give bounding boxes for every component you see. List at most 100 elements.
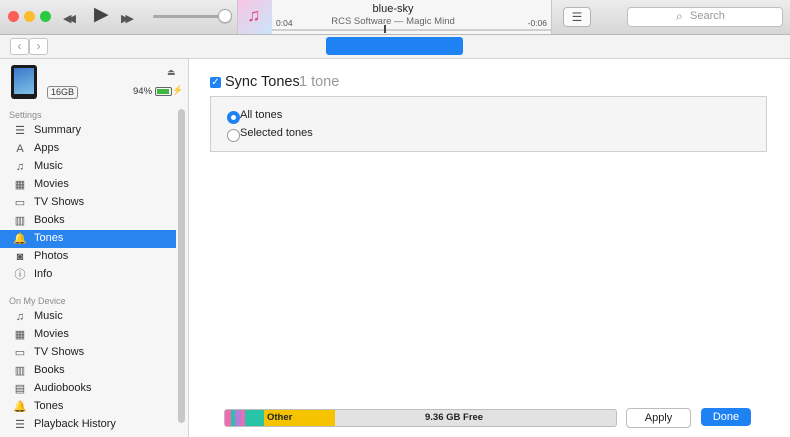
sidebar-item-settings-music[interactable]: ♫ Music: [0, 158, 176, 176]
music-note-icon: ♫: [15, 161, 25, 173]
all-tones-radio[interactable]: [227, 111, 240, 124]
up-next-list-button[interactable]: ☰: [563, 7, 591, 27]
sidebar-item-settings-photos[interactable]: ◙ Photos: [0, 248, 176, 266]
sidebar-item-label: Photos: [34, 250, 69, 262]
sync-tones-checkbox[interactable]: ✓: [210, 77, 221, 88]
playback-progress-track[interactable]: [272, 29, 551, 31]
back-button[interactable]: ‹: [10, 38, 29, 55]
now-playing-artist: RCS Software — Magic Mind: [331, 16, 455, 27]
sidebar-item-settings-info[interactable]: ⓘ Info: [0, 266, 176, 284]
device-button[interactable]: [326, 37, 463, 55]
sidebar-item-settings-tones[interactable]: 🔔 Tones: [0, 230, 176, 248]
tone-count: 1 tone: [299, 74, 340, 90]
tv-icon: ▭: [14, 197, 26, 209]
tones-settings-pane: ✓ Sync Tones 1 tone All tones Selected t…: [189, 59, 790, 437]
apply-button[interactable]: Apply: [626, 408, 691, 428]
on-my-device-section-header: On My Device: [9, 296, 66, 306]
sidebar-item-device-movies[interactable]: ▦ Movies: [0, 326, 176, 344]
battery-icon: [155, 87, 172, 96]
all-tones-label[interactable]: All tones: [240, 109, 282, 121]
music-note-icon: ♫: [247, 5, 261, 25]
bell-icon: 🔔: [13, 401, 27, 413]
sidebar-item-label: TV Shows: [34, 196, 85, 208]
minimize-window-button[interactable]: [24, 11, 35, 22]
now-playing-title: blue-sky: [372, 3, 414, 15]
sidebar-item-label: Books: [34, 364, 65, 376]
sidebar-item-label: Audiobooks: [34, 382, 92, 394]
ipad-device-icon: [11, 65, 37, 99]
sidebar-item-label: Music: [34, 160, 63, 172]
tv-icon: ▭: [14, 347, 26, 359]
sidebar-item-device-music[interactable]: ♫ Music: [0, 308, 176, 326]
sidebar-item-label: Info: [34, 268, 53, 280]
rewind-icon[interactable]: ◀◀: [63, 9, 76, 29]
sidebar-item-settings-movies[interactable]: ▦ Movies: [0, 176, 176, 194]
playhead[interactable]: [383, 25, 386, 33]
bell-icon: 🔔: [13, 233, 27, 245]
sidebar-item-device-books[interactable]: ▥ Books: [0, 362, 176, 380]
sidebar-item-device-tv-shows[interactable]: ▭ TV Shows: [0, 344, 176, 362]
storage-free-label: 9.36 GB Free: [425, 412, 484, 423]
fast-forward-icon[interactable]: ▶▶: [121, 9, 134, 29]
sidebar-item-label: Movies: [34, 328, 69, 340]
sidebar-item-label: Tones: [34, 232, 64, 244]
volume-knob[interactable]: [217, 9, 232, 23]
now-playing-display: ♫ blue-sky RCS Software — Magic Mind 0:0…: [237, 0, 552, 34]
camera-icon: ◙: [16, 251, 24, 263]
battery-fill: [157, 89, 169, 94]
zoom-window-button[interactable]: [40, 11, 51, 22]
sync-tones-label: Sync Tones: [225, 74, 300, 90]
done-button[interactable]: Done: [701, 408, 751, 426]
selected-tones-label[interactable]: Selected tones: [240, 127, 313, 139]
storage-capacity-bar[interactable]: Other 9.36 GB Free: [224, 409, 617, 427]
search-placeholder: Search: [690, 10, 725, 22]
eject-icon[interactable]: ⏏: [167, 67, 176, 78]
sidebar-item-label: Apps: [34, 142, 60, 154]
remaining-time: -0:06: [527, 18, 547, 28]
elapsed-time: 0:04: [276, 18, 293, 28]
sidebar-item-label: Summary: [34, 124, 82, 136]
sidebar-item-label: Books: [34, 214, 65, 226]
sync-options-box: All tones Selected tones: [210, 96, 767, 152]
charging-icon: ⚡: [172, 85, 184, 95]
sidebar-item-settings-tv-shows[interactable]: ▭ TV Shows: [0, 194, 176, 212]
sidebar-item-device-playback-history[interactable]: ☰ Playback History: [0, 416, 176, 434]
close-window-button[interactable]: [8, 11, 19, 22]
navigation-bar: ‹ ›: [0, 35, 790, 59]
sidebar-scrollbar[interactable]: [178, 109, 185, 423]
apps-icon: A: [16, 143, 24, 155]
selected-tones-radio[interactable]: [227, 129, 240, 142]
volume-slider[interactable]: [153, 15, 225, 18]
sidebar-item-settings-books[interactable]: ▥ Books: [0, 212, 176, 230]
device-capacity-badge: 16GB: [47, 86, 79, 99]
sidebar: 16GB ⏏ 94% ⚡ Settings On My Device ☰ Summ…: [0, 59, 189, 437]
title-bar: ◀◀ ▶ ▶▶ ♫ blue-sky RCS Software — Magic …: [0, 0, 790, 35]
sidebar-item-label: Music: [34, 310, 63, 322]
battery-percentage: 94%: [133, 86, 153, 97]
play-icon[interactable]: ▶: [94, 5, 109, 25]
ipad-screen: [14, 68, 34, 94]
sidebar-item-label: Tones: [34, 400, 64, 412]
summary-icon: ☰: [15, 125, 25, 137]
search-input[interactable]: ⌕ Search: [627, 7, 783, 27]
music-note-icon: ♫: [15, 311, 25, 323]
info-icon: ⓘ: [14, 269, 26, 281]
sidebar-item-label: Movies: [34, 178, 69, 190]
sidebar-item-settings-summary[interactable]: ☰ Summary: [0, 122, 176, 140]
search-icon: ⌕: [676, 9, 683, 23]
settings-section-header: Settings: [9, 110, 42, 120]
book-icon: ▥: [14, 215, 26, 227]
audiobook-icon: ▤: [14, 383, 26, 395]
sidebar-item-label: TV Shows: [34, 346, 85, 358]
storage-segment-apps: [245, 410, 264, 426]
film-icon: ▦: [14, 179, 26, 191]
sidebar-item-label: Playback History: [34, 418, 116, 430]
list-icon: ☰: [15, 419, 25, 431]
forward-button[interactable]: ›: [29, 38, 48, 55]
book-icon: ▥: [14, 365, 26, 377]
sidebar-item-settings-apps[interactable]: A Apps: [0, 140, 176, 158]
sidebar-item-device-tones[interactable]: 🔔 Tones: [0, 398, 176, 416]
album-art: ♫: [238, 0, 272, 34]
film-icon: ▦: [14, 329, 26, 341]
sidebar-item-device-audiobooks[interactable]: ▤ Audiobooks: [0, 380, 176, 398]
